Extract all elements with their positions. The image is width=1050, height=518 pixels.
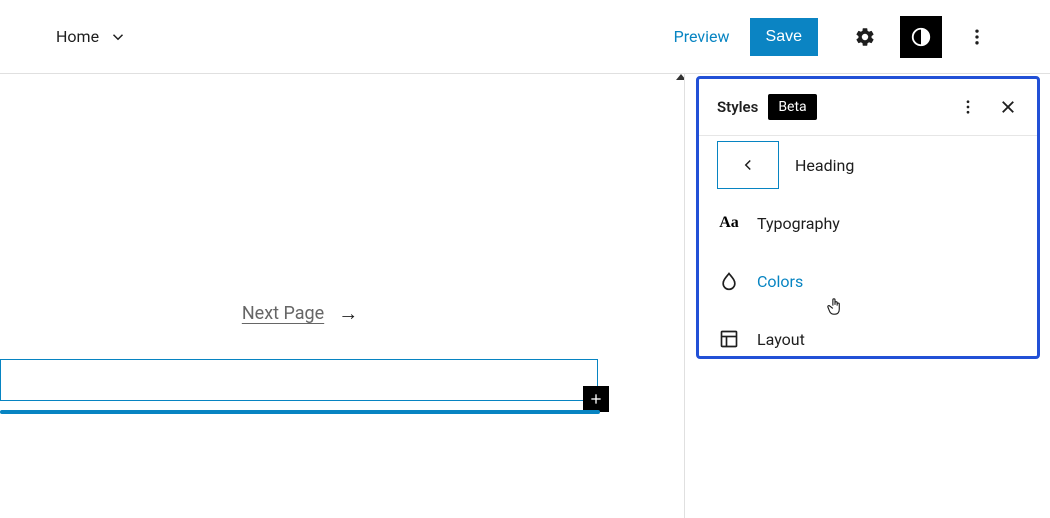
editor-canvas[interactable]: Next Page →	[0, 74, 684, 518]
typography-icon: Aa	[719, 214, 739, 232]
kebab-icon	[959, 98, 977, 116]
chevron-left-icon	[739, 156, 757, 174]
beta-badge: Beta	[768, 94, 816, 120]
drop-icon	[719, 271, 739, 291]
save-button[interactable]: Save	[750, 18, 818, 56]
plus-icon	[588, 391, 604, 407]
insertion-indicator	[0, 410, 600, 414]
styles-panel-title: Styles	[717, 98, 758, 116]
styles-panel: Styles Beta Heading Aa Typography Colors…	[696, 76, 1040, 359]
gear-icon	[854, 26, 876, 48]
styles-item-typography[interactable]: Aa Typography	[699, 194, 1037, 252]
styles-close-button[interactable]	[993, 92, 1023, 122]
top-actions: Preview Save	[674, 16, 998, 58]
settings-button[interactable]	[844, 16, 886, 58]
styles-item-label: Typography	[757, 214, 840, 233]
scroll-up-indicator	[676, 74, 684, 80]
styles-item-label: Layout	[757, 330, 805, 349]
chevron-down-icon	[109, 28, 127, 46]
kebab-icon	[967, 27, 987, 47]
add-block-button[interactable]	[583, 386, 609, 412]
next-page-link[interactable]: Next Page	[242, 303, 324, 324]
layout-icon	[719, 329, 739, 349]
styles-item-colors[interactable]: Colors	[699, 252, 1037, 310]
styles-toggle-button[interactable]	[900, 16, 942, 58]
top-bar: Home Preview Save	[0, 0, 1050, 74]
half-circle-icon	[910, 26, 932, 48]
close-icon	[999, 98, 1017, 116]
styles-section-title: Heading	[795, 156, 854, 175]
back-button[interactable]	[717, 141, 779, 189]
home-dropdown[interactable]: Home	[56, 27, 127, 46]
home-label: Home	[56, 27, 99, 46]
styles-item-layout[interactable]: Layout	[699, 310, 1037, 368]
next-page-block[interactable]: Next Page →	[0, 301, 600, 326]
styles-more-button[interactable]	[953, 92, 983, 122]
more-options-button[interactable]	[956, 16, 998, 58]
preview-link[interactable]: Preview	[674, 27, 730, 46]
arrow-right-icon: →	[338, 301, 358, 326]
styles-back-row[interactable]: Heading	[699, 136, 1037, 194]
panel-divider	[684, 74, 685, 518]
selected-block[interactable]	[0, 359, 598, 401]
styles-item-label: Colors	[757, 272, 803, 291]
styles-panel-header: Styles Beta	[699, 79, 1037, 136]
